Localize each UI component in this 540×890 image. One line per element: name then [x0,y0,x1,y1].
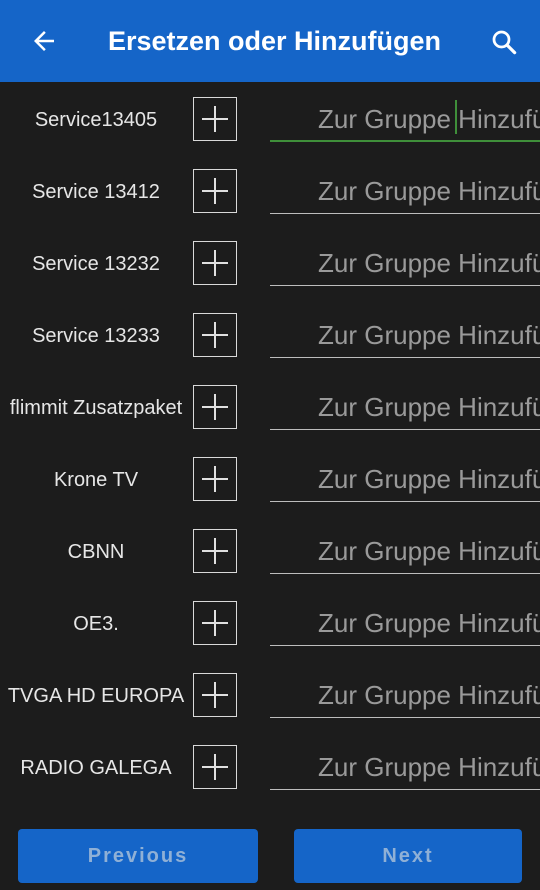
group-input-placeholder: Zur Gruppe Hinzufügen [318,536,540,566]
service-name: flimmit Zusatzpaket [9,397,183,419]
group-input[interactable]: Zur Gruppe Hinzufügen [270,240,540,286]
group-input-placeholder: Zur Gruppe Hinzufügen [318,248,540,278]
search-button[interactable] [486,24,522,60]
list-item: Service 13232 Zur Gruppe Hinzufügen [0,228,540,300]
next-button[interactable]: Next [294,829,522,883]
arrow-left-icon [34,31,54,51]
plus-icon [202,682,228,708]
add-button[interactable] [193,241,237,285]
list-item: Service13405 Zur Gruppe Hinzufügen [0,84,540,156]
group-input-placeholder: Zur Gruppe Hinzufügen [318,320,540,350]
service-name: Service 13412 [32,181,160,203]
add-button[interactable] [193,97,237,141]
group-input[interactable]: Zur Gruppe Hinzufügen [270,384,540,430]
group-input[interactable]: Zur Gruppe Hinzufügen [270,672,540,718]
group-input-placeholder: Zur Gruppe Hinzufügen [318,104,540,134]
add-button[interactable] [193,385,237,429]
service-name: CBNN [67,541,125,563]
group-input-placeholder: Zur Gruppe Hinzufügen [318,176,540,206]
list-item: Krone TV Zur Gruppe Hinzufügen [0,444,540,516]
service-list: Service13405 Zur Gruppe Hinzufügen Servi… [0,84,540,790]
service-name: TVGA HD EUROPA [7,685,185,707]
list-item: OE3. Zur Gruppe Hinzufügen [0,588,540,660]
plus-icon [202,538,228,564]
service-name: Service13405 [34,109,158,131]
group-input-placeholder: Zur Gruppe Hinzufügen [318,752,540,782]
plus-icon [202,394,228,420]
add-button[interactable] [193,169,237,213]
group-input[interactable]: Zur Gruppe Hinzufügen [270,744,540,790]
previous-button[interactable]: Previous [18,829,258,883]
plus-icon [202,106,228,132]
group-input[interactable]: Zur Gruppe Hinzufügen [270,168,540,214]
add-button[interactable] [193,601,237,645]
service-name: Service 13232 [32,253,160,275]
list-item: CBNN Zur Gruppe Hinzufügen [0,516,540,588]
service-name: Krone TV [53,469,139,491]
group-input[interactable]: Zur Gruppe Hinzufügen [270,96,540,142]
plus-icon [202,178,228,204]
add-button[interactable] [193,673,237,717]
list-item: flimmit Zusatzpaket Zur Gruppe Hinzufüge… [0,372,540,444]
list-item: TVGA HD EUROPA Zur Gruppe Hinzufügen [0,660,540,732]
app-bar: Ersetzen oder Hinzufügen [0,0,540,82]
page-title: Ersetzen oder Hinzufügen [108,26,442,56]
text-cursor [455,100,457,134]
service-name: Service 13233 [32,325,160,347]
group-input-placeholder: Zur Gruppe Hinzufügen [318,608,540,638]
list-item: RADIO GALEGA Zur Gruppe Hinzufügen [0,732,540,790]
group-input-placeholder: Zur Gruppe Hinzufügen [318,680,540,710]
group-input-placeholder: Zur Gruppe Hinzufügen [318,464,540,494]
add-button[interactable] [193,313,237,357]
group-input[interactable]: Zur Gruppe Hinzufügen [270,528,540,574]
group-input[interactable]: Zur Gruppe Hinzufügen [270,456,540,502]
plus-icon [202,466,228,492]
plus-icon [202,322,228,348]
group-input[interactable]: Zur Gruppe Hinzufügen [270,600,540,646]
group-input[interactable]: Zur Gruppe Hinzufügen [270,312,540,358]
add-button[interactable] [193,529,237,573]
search-icon [492,30,517,55]
add-button[interactable] [193,745,237,789]
group-input-placeholder: Zur Gruppe Hinzufügen [318,392,540,422]
service-name: OE3. [73,613,119,635]
plus-icon [202,250,228,276]
add-button[interactable] [193,457,237,501]
back-button[interactable] [24,21,64,61]
plus-icon [202,610,228,636]
service-name: RADIO GALEGA [20,757,172,779]
list-item: Service 13233 Zur Gruppe Hinzufügen [0,300,540,372]
list-item: Service 13412 Zur Gruppe Hinzufügen [0,156,540,228]
plus-icon [202,754,228,780]
